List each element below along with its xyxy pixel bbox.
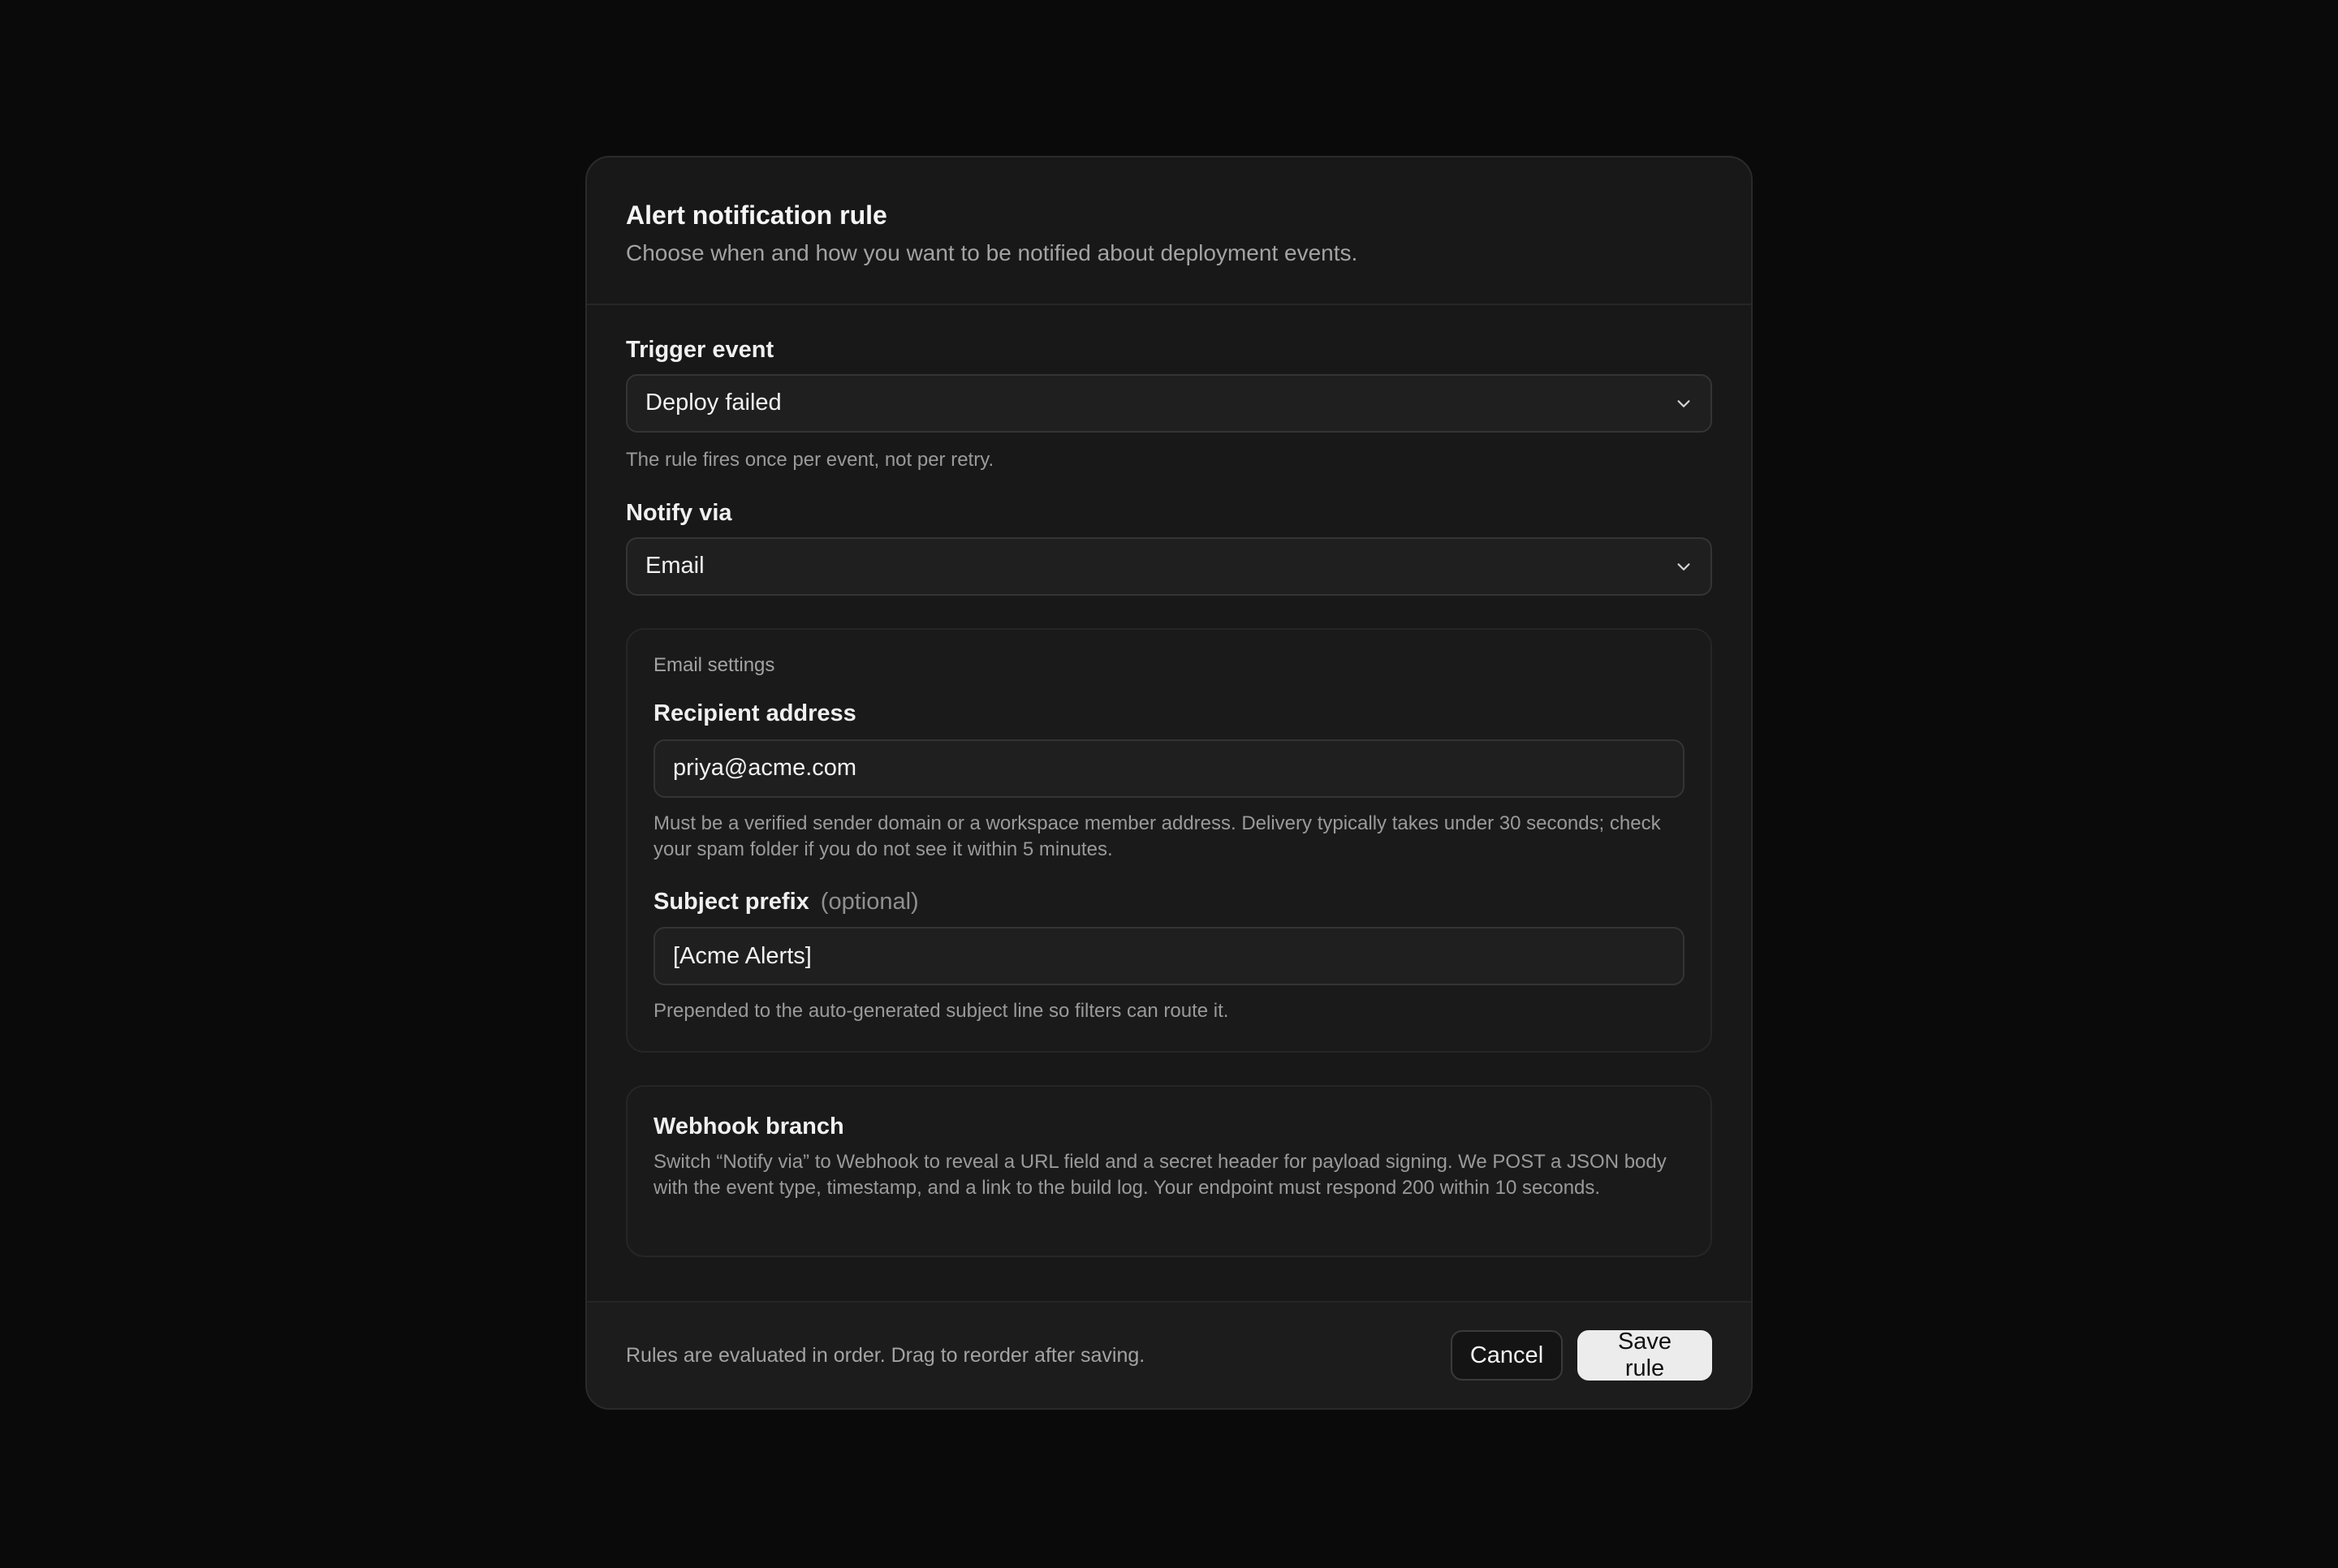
cancel-button[interactable]: Cancel [1451, 1330, 1563, 1381]
subject-prefix-input[interactable]: [Acme Alerts] [654, 927, 1684, 986]
notify-via-value: Email [645, 553, 705, 579]
dialog-subtitle: Choose when and how you want to be notif… [626, 240, 1358, 266]
chevron-down-icon [1677, 563, 1690, 571]
webhook-branch-description: Switch “Notify via” to Webhook to reveal… [654, 1150, 1667, 1200]
recipient-address-helper: Must be a verified sender domain or a wo… [654, 812, 1661, 861]
subject-prefix-optional: (optional) [820, 888, 919, 915]
alert-rule-dialog: Alert notification rule Choose when and … [585, 156, 1753, 1410]
trigger-event-select[interactable]: Deploy failed [626, 373, 1712, 433]
webhook-branch-panel: Webhook branch Switch “Notify via” to We… [626, 1084, 1712, 1257]
trigger-event-value: Deploy failed [645, 390, 782, 416]
webhook-branch-title: Webhook branch [654, 1113, 844, 1139]
recipient-address-input[interactable]: priya@acme.com [654, 739, 1684, 798]
dialog-body: Trigger event Deploy failed The rule fir… [587, 336, 1751, 1257]
save-rule-button[interactable]: Save rule [1577, 1329, 1712, 1381]
subject-prefix-value: [Acme Alerts] [673, 942, 812, 969]
email-settings-panel: Email settings Recipient address priya@a… [626, 627, 1712, 1053]
dialog-footer: Rules are evaluated in order. Drag to re… [587, 1301, 1751, 1408]
trigger-event-label: Trigger event [626, 337, 774, 363]
notify-via-label: Notify via [626, 500, 732, 527]
notify-via-select[interactable]: Email [626, 536, 1712, 596]
subject-prefix-label-text: Subject prefix [654, 888, 809, 915]
recipient-address-value: priya@acme.com [673, 755, 857, 782]
footer-actions: Cancel Save rule [1451, 1329, 1712, 1381]
recipient-address-label: Recipient address [654, 700, 856, 726]
chevron-down-icon [1677, 399, 1690, 407]
dialog-title: Alert notification rule [626, 200, 887, 230]
dialog-header: Alert notification rule Choose when and … [587, 157, 1751, 305]
email-settings-caption: Email settings [654, 653, 775, 676]
subject-prefix-helper: Prepended to the auto-generated subject … [654, 1000, 1229, 1023]
subject-prefix-label: Subject prefix (optional) [654, 888, 1684, 916]
footer-note: Rules are evaluated in order. Drag to re… [626, 1343, 1145, 1367]
trigger-event-helper: The rule fires once per event, not per r… [626, 448, 994, 471]
